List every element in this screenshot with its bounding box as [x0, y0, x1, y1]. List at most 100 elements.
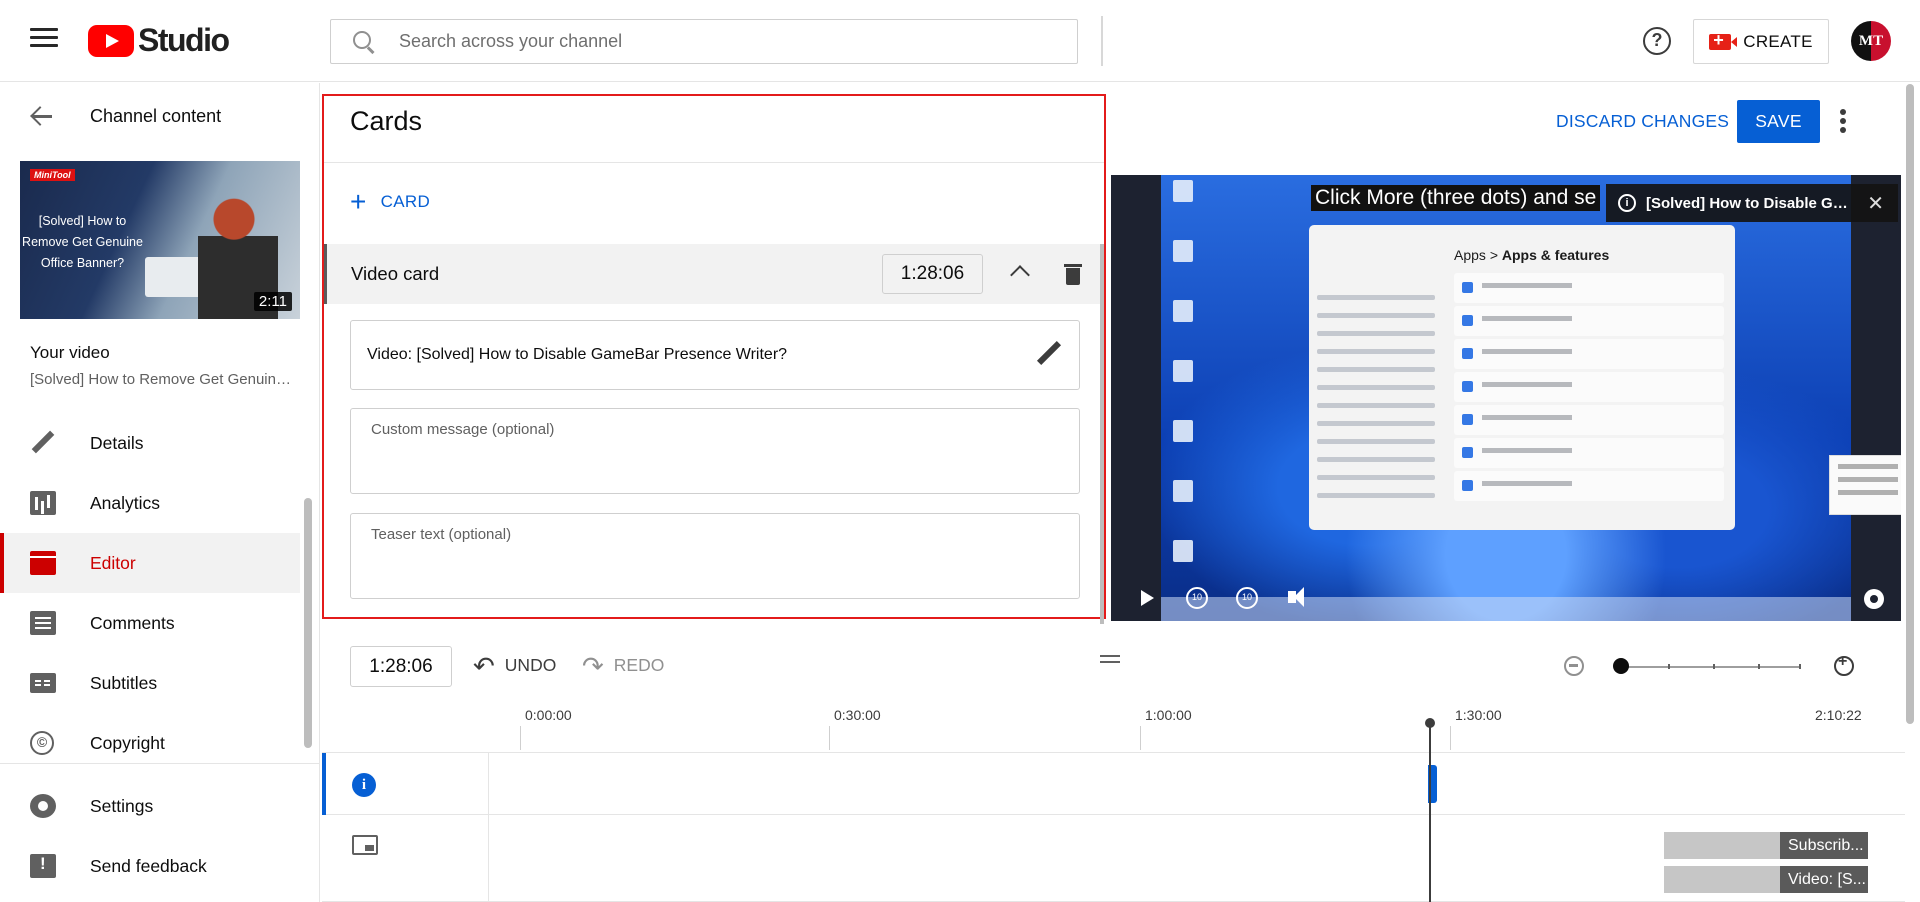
- arrow-back-icon[interactable]: [30, 105, 52, 127]
- ruler-label: 0:30:00: [834, 707, 881, 723]
- sidebar-item-analytics[interactable]: Analytics: [0, 473, 300, 533]
- undo-button[interactable]: ↶ UNDO: [473, 653, 557, 679]
- sidebar-item-label: Details: [90, 432, 144, 453]
- video-player[interactable]: Apps > Apps & features Click More (three…: [1111, 175, 1901, 621]
- zoom-step-mark: [1758, 664, 1760, 669]
- subtitles-icon: [30, 673, 56, 693]
- video-caption-text: Click More (three dots) and se: [1311, 185, 1601, 211]
- custom-message-field[interactable]: Custom message (optional): [350, 408, 1080, 494]
- redo-icon: ↷: [582, 650, 604, 681]
- video-thumbnail[interactable]: MiniTool [Solved] How to Remove Get Genu…: [20, 161, 300, 319]
- sidebar-bottom-nav: Settings Send feedback: [0, 763, 320, 896]
- playhead-handle[interactable]: [1425, 718, 1435, 728]
- sidebar-scrollbar[interactable]: [304, 498, 312, 748]
- duration-badge: 2:11: [253, 292, 292, 311]
- save-button[interactable]: SAVE: [1737, 100, 1820, 143]
- sidebar-item-settings[interactable]: Settings: [0, 776, 320, 836]
- add-card-label: CARD: [380, 192, 431, 211]
- back-to-channel-content[interactable]: Channel content: [30, 105, 221, 127]
- apps-list: [1454, 273, 1724, 504]
- selected-video-field[interactable]: Video: [Solved] How to Disable GameBar P…: [350, 320, 1080, 390]
- volume-icon[interactable]: [1288, 587, 1304, 607]
- discard-changes-button[interactable]: DISCARD CHANGES: [1556, 111, 1729, 132]
- sidebar-item-details[interactable]: Details: [0, 413, 300, 473]
- teaser-text-placeholder: Teaser text (optional): [371, 526, 512, 543]
- zoom-step-mark: [1799, 664, 1801, 669]
- brand-text: Studio: [138, 22, 230, 58]
- teaser-text-field[interactable]: Teaser text (optional): [350, 513, 1080, 599]
- zoom-slider-knob[interactable]: [1613, 658, 1629, 674]
- search-icon: [351, 29, 377, 55]
- breadcrumb-current: Apps & features: [1501, 247, 1610, 263]
- help-icon[interactable]: ?: [1643, 27, 1671, 55]
- ruler-label: 1:30:00: [1455, 707, 1502, 723]
- top-bar: Studio ? CREATE MT: [0, 0, 1920, 82]
- ruler-tick: [829, 726, 830, 750]
- youtube-play-icon: [88, 24, 134, 57]
- end-screen-icon: [352, 835, 378, 855]
- search-input[interactable]: [397, 30, 997, 53]
- sidebar-item-send-feedback[interactable]: Send feedback: [0, 836, 320, 896]
- sidebar-item-label: Send feedback: [90, 855, 207, 876]
- zoom-in-icon[interactable]: [1834, 653, 1854, 676]
- copyright-icon: ©: [30, 731, 54, 755]
- zoom-out-icon[interactable]: [1564, 656, 1584, 676]
- settings-window-frame: Apps > Apps & features: [1309, 225, 1901, 530]
- end-screen-element-label: Subscrib...: [1780, 832, 1868, 859]
- zoom-slider[interactable]: [1620, 666, 1800, 668]
- custom-message-placeholder: Custom message (optional): [371, 421, 555, 438]
- sidebar-item-comments[interactable]: Comments: [0, 593, 300, 653]
- rewind-10-icon[interactable]: 10: [1186, 587, 1208, 609]
- avatar[interactable]: MT: [1851, 21, 1891, 61]
- info-icon: i: [1618, 194, 1636, 212]
- cards-panel: Cards + CARD Video card 1:28:06 Video: […: [322, 94, 1106, 619]
- menu-icon[interactable]: [30, 28, 58, 52]
- thumbnail-brand-badge: MiniTool: [30, 169, 75, 181]
- undo-label: UNDO: [504, 655, 557, 675]
- end-screen-element[interactable]: Subscrib...: [1664, 832, 1868, 859]
- player-letterbox-left: [1111, 175, 1161, 621]
- breadcrumb-separator: >: [1489, 247, 1498, 263]
- more-options-icon[interactable]: [1840, 109, 1846, 133]
- page-title: Cards: [350, 106, 423, 136]
- ruler-tick: [1450, 726, 1451, 750]
- studio-logo[interactable]: Studio: [88, 22, 230, 59]
- card-teaser[interactable]: i [Solved] How to Disable GameBar Presen…: [1606, 184, 1898, 222]
- settings-breadcrumb: Apps > Apps & features: [1454, 247, 1609, 263]
- track-divider: [488, 753, 489, 902]
- sidebar-item-editor[interactable]: Editor: [0, 533, 300, 593]
- video-card-header[interactable]: Video card 1:28:06: [324, 244, 1104, 304]
- ruler-label: 2:10:22: [1815, 707, 1862, 723]
- resize-handle-icon[interactable]: [1100, 655, 1120, 663]
- card-time-input[interactable]: 1:28:06: [882, 254, 983, 294]
- search-box[interactable]: [330, 19, 1078, 64]
- context-menu: [1829, 455, 1901, 515]
- player-settings-icon[interactable]: [1864, 589, 1884, 609]
- delete-icon[interactable]: [1064, 263, 1082, 285]
- thumbnail-text: [Solved] How to Remove Get Genuine Offic…: [22, 214, 143, 270]
- analytics-icon: [30, 491, 56, 515]
- desktop-icons: [1169, 180, 1197, 600]
- sidebar-item-subtitles[interactable]: Subtitles: [0, 653, 300, 713]
- sidebar-item-label: Subtitles: [90, 672, 158, 693]
- end-screen-element[interactable]: Video: [S...: [1664, 866, 1868, 893]
- timeline-time-input[interactable]: 1:28:06: [350, 646, 452, 687]
- create-button[interactable]: CREATE: [1693, 19, 1829, 64]
- redo-label: REDO: [613, 655, 665, 675]
- edit-icon[interactable]: [1037, 341, 1061, 367]
- close-icon[interactable]: ✕: [1867, 191, 1884, 216]
- plus-icon: +: [350, 186, 367, 217]
- play-icon[interactable]: [1141, 590, 1154, 606]
- redo-button[interactable]: ↷ REDO: [582, 650, 665, 681]
- end-screen-element-label: Video: [S...: [1780, 866, 1868, 893]
- chevron-up-icon[interactable]: [1010, 265, 1030, 285]
- forward-10-icon[interactable]: 10: [1236, 587, 1258, 609]
- cards-track[interactable]: [322, 753, 1905, 815]
- add-card-button[interactable]: + CARD: [350, 186, 431, 217]
- left-sidebar: Channel content MiniTool [Solved] How to…: [0, 83, 320, 902]
- page-scrollbar[interactable]: [1906, 84, 1914, 724]
- cards-scrollbar[interactable]: [1100, 244, 1104, 624]
- info-icon: i: [352, 773, 376, 797]
- gear-icon: [30, 794, 56, 818]
- playhead[interactable]: [1429, 723, 1431, 902]
